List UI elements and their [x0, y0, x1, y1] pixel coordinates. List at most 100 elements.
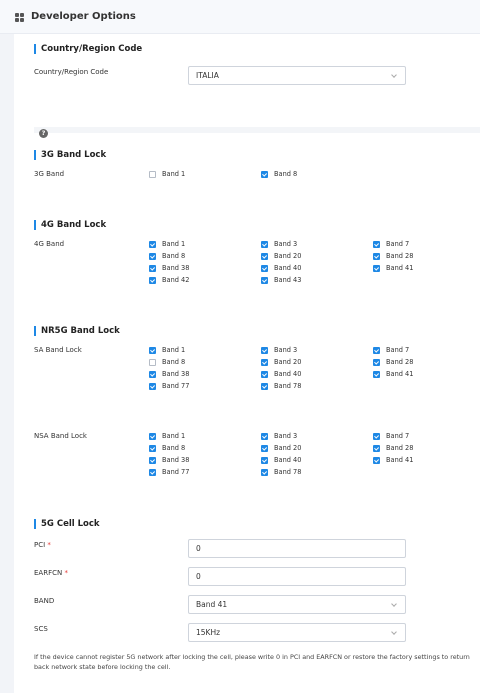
- band-label: Band 78: [274, 382, 302, 390]
- country-label: Country/Region Code: [34, 68, 109, 76]
- cell-lock-section-title: 5G Cell Lock: [34, 519, 100, 529]
- checked-checkbox-icon[interactable]: [261, 433, 268, 440]
- checked-checkbox-icon[interactable]: [261, 253, 268, 260]
- 4g-section-title: 4G Band Lock: [34, 220, 106, 230]
- checked-checkbox-icon[interactable]: [373, 347, 380, 354]
- checked-checkbox-icon[interactable]: [261, 347, 268, 354]
- band-label: Band 1: [162, 346, 186, 354]
- page-header: Developer Options: [0, 0, 480, 34]
- scs-select[interactable]: 15KHz: [188, 623, 406, 642]
- band-label: Band 8: [162, 252, 186, 260]
- checked-checkbox-icon[interactable]: [149, 277, 156, 284]
- checked-checkbox-icon[interactable]: [261, 445, 268, 452]
- band-label: Band 20: [274, 358, 302, 366]
- band-label: Band 41: [386, 370, 414, 378]
- scs-label: SCS: [34, 625, 48, 633]
- checked-checkbox-icon[interactable]: [149, 371, 156, 378]
- country-select-value: ITALIA: [196, 71, 219, 80]
- band-select-value: Band 41: [196, 600, 228, 609]
- chevron-down-icon: [391, 629, 397, 635]
- checked-checkbox-icon[interactable]: [373, 371, 380, 378]
- checked-checkbox-icon[interactable]: [373, 445, 380, 452]
- checked-checkbox-icon[interactable]: [149, 445, 156, 452]
- grid-icon: [15, 13, 24, 22]
- band-label: Band 40: [274, 456, 302, 464]
- band-label: Band 1: [162, 170, 186, 178]
- checked-checkbox-icon[interactable]: [261, 171, 268, 178]
- checked-checkbox-icon[interactable]: [149, 253, 156, 260]
- earfcn-label: EARFCN *: [34, 569, 68, 577]
- band-label: Band 28: [386, 252, 414, 260]
- 3g-section-title: 3G Band Lock: [34, 150, 106, 160]
- band-label: Band 28: [386, 444, 414, 452]
- sa-band-lock-label: SA Band Lock: [34, 346, 82, 354]
- 4g-band-label: 4G Band: [34, 240, 65, 248]
- checked-checkbox-icon[interactable]: [373, 265, 380, 272]
- band-label: Band 38: [162, 370, 190, 378]
- chevron-down-icon: [391, 601, 397, 607]
- checked-checkbox-icon[interactable]: [149, 457, 156, 464]
- chevron-down-icon: [391, 72, 397, 78]
- checked-checkbox-icon[interactable]: [261, 371, 268, 378]
- checked-checkbox-icon[interactable]: [261, 359, 268, 366]
- band-label: Band 38: [162, 456, 190, 464]
- nsa-band-lock-label: NSA Band Lock: [34, 432, 87, 440]
- band-label: Band 77: [162, 382, 190, 390]
- checked-checkbox-icon[interactable]: [149, 433, 156, 440]
- band-label: Band 8: [274, 170, 298, 178]
- band-label: Band 20: [274, 252, 302, 260]
- band-label: Band 8: [162, 444, 186, 452]
- band-select[interactable]: Band 41: [188, 595, 406, 614]
- settings-card: Country/Region Code Country/Region Code …: [14, 34, 480, 693]
- band-label: Band 3: [274, 240, 298, 248]
- checked-checkbox-icon[interactable]: [373, 433, 380, 440]
- band-label: Band 40: [274, 370, 302, 378]
- pci-input[interactable]: 0: [188, 539, 406, 558]
- band-label: Band 41: [386, 456, 414, 464]
- band-label: Band 8: [162, 358, 186, 366]
- checked-checkbox-icon[interactable]: [261, 383, 268, 390]
- band-label: Band 42: [162, 276, 190, 284]
- band-label: Band 1: [162, 240, 186, 248]
- band-label: Band 3: [274, 346, 298, 354]
- checked-checkbox-icon[interactable]: [261, 469, 268, 476]
- band-label: Band 20: [274, 444, 302, 452]
- checked-checkbox-icon[interactable]: [149, 241, 156, 248]
- band-label: BAND: [34, 597, 55, 605]
- checked-checkbox-icon[interactable]: [261, 277, 268, 284]
- band-label: Band 38: [162, 264, 190, 272]
- country-select[interactable]: ITALIA: [188, 66, 406, 85]
- band-label: Band 28: [386, 358, 414, 366]
- band-label: Band 41: [386, 264, 414, 272]
- band-label: Band 7: [386, 432, 410, 440]
- unchecked-checkbox-icon[interactable]: [149, 359, 156, 366]
- earfcn-input[interactable]: 0: [188, 567, 406, 586]
- checked-checkbox-icon[interactable]: [373, 241, 380, 248]
- cell-lock-note: If the device cannot register 5G network…: [34, 653, 470, 671]
- unchecked-checkbox-icon[interactable]: [149, 171, 156, 178]
- checked-checkbox-icon[interactable]: [149, 383, 156, 390]
- checked-checkbox-icon[interactable]: [149, 265, 156, 272]
- page-title: Developer Options: [31, 11, 136, 22]
- band-label: Band 1: [162, 432, 186, 440]
- checked-checkbox-icon[interactable]: [149, 347, 156, 354]
- band-label: Band 7: [386, 346, 410, 354]
- checked-checkbox-icon[interactable]: [261, 265, 268, 272]
- nr5g-section-title: NR5G Band Lock: [34, 326, 120, 336]
- band-label: Band 40: [274, 264, 302, 272]
- band-label: Band 78: [274, 468, 302, 476]
- band-label: Band 7: [386, 240, 410, 248]
- checked-checkbox-icon[interactable]: [373, 457, 380, 464]
- country-section-title: Country/Region Code: [34, 44, 142, 54]
- section-divider: [34, 127, 480, 133]
- pci-label: PCI *: [34, 541, 51, 549]
- checked-checkbox-icon[interactable]: [373, 359, 380, 366]
- checked-checkbox-icon[interactable]: [261, 241, 268, 248]
- checked-checkbox-icon[interactable]: [373, 253, 380, 260]
- scs-select-value: 15KHz: [196, 628, 221, 637]
- band-label: Band 43: [274, 276, 302, 284]
- help-icon[interactable]: ?: [39, 129, 48, 138]
- checked-checkbox-icon[interactable]: [261, 457, 268, 464]
- band-label: Band 77: [162, 468, 190, 476]
- checked-checkbox-icon[interactable]: [149, 469, 156, 476]
